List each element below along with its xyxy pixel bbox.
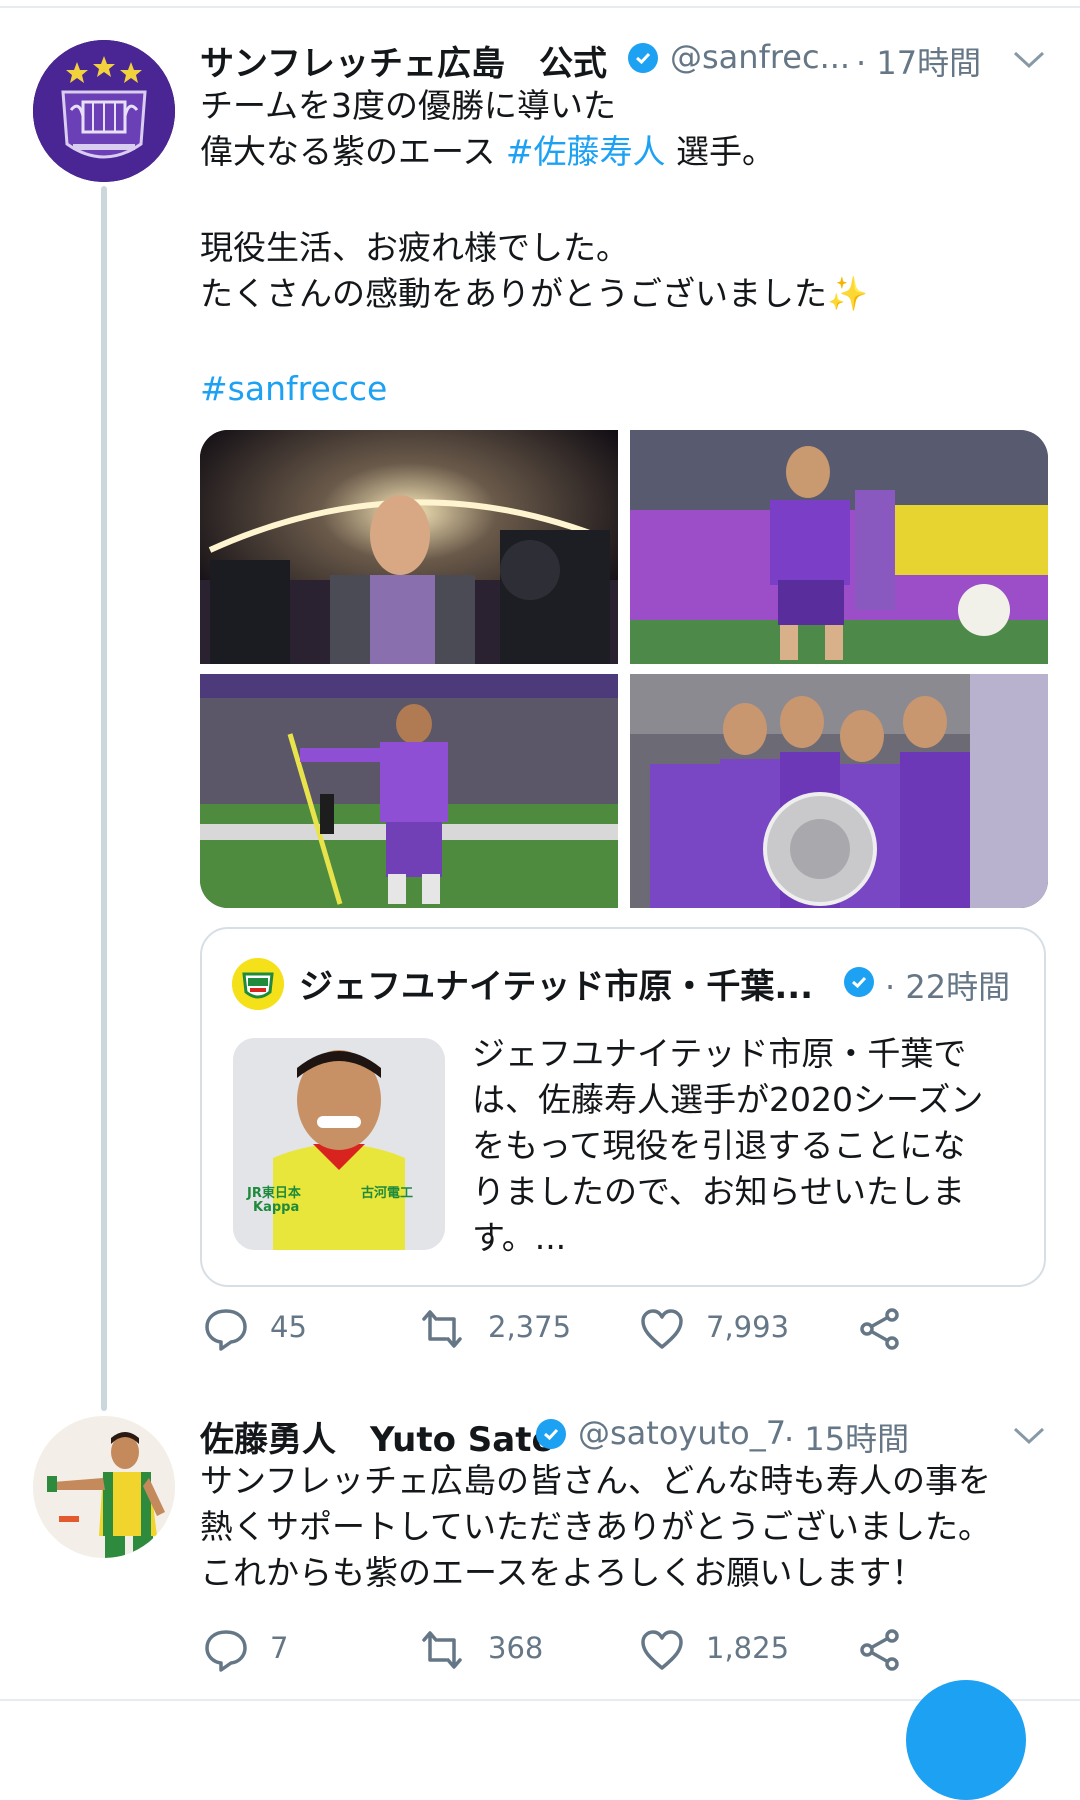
tweet-text-line: 現役生活、お疲れ様でした。 <box>200 228 629 267</box>
like-count: 7,993 <box>706 1310 790 1344</box>
retweet-count: 368 <box>488 1631 544 1665</box>
bottom-divider <box>0 1699 1080 1701</box>
reply-button[interactable]: 45 <box>204 1304 334 1354</box>
tweet-sanfrecce[interactable]: サンフレッチェ広島 公式 @sanfrec... · 17時間 チームを3度の優… <box>0 10 1080 1395</box>
reply-count: 45 <box>270 1310 307 1344</box>
tweet-text-line: 偉大なる紫のエース #佐藤寿人 選手。 <box>200 129 775 175</box>
quoted-tweet-photo[interactable]: JR東日本 Kappa 古河電工 <box>233 1038 445 1250</box>
shirt-sponsor-text: JR東日本 <box>247 1186 301 1201</box>
sanfrecce-avatar[interactable] <box>33 40 175 182</box>
tweet-photo-1[interactable] <box>200 430 618 664</box>
tweet-text-line: チームを3度の優勝に導いた <box>200 86 617 125</box>
heart-icon <box>641 1309 683 1349</box>
like-count: 1,825 <box>706 1631 790 1665</box>
quoted-tweet[interactable]: ジェフユナイテッド市原・千葉... · 22時間 JR東日本 Kappa 古河電… <box>200 927 1046 1287</box>
sanfrecce-emblem-icon <box>33 40 175 182</box>
quoted-text-line: をもって現役を引退することにな <box>472 1126 966 1165</box>
reply-button[interactable]: 7 <box>204 1625 334 1675</box>
chevron-down-icon[interactable] <box>1012 50 1046 70</box>
display-name[interactable]: サンフレッチェ広島 公式 <box>200 36 607 85</box>
quoted-text-line: す。... <box>472 1218 567 1257</box>
quoted-tweet-time[interactable]: · 22時間 <box>885 962 1010 1008</box>
verified-badge-icon <box>628 43 658 73</box>
tweet-time[interactable]: · 17時間 <box>856 38 981 84</box>
photo-grid <box>200 430 1048 908</box>
compose-tweet-button[interactable] <box>906 1680 1026 1800</box>
display-name[interactable]: 佐藤勇人 Yuto Sato <box>200 1412 555 1461</box>
tweet-yuto-sato[interactable]: 佐藤勇人 Yuto Sato @satoyuto_7 · 15時間 サンフレッチ… <box>0 1395 1080 1709</box>
user-handle[interactable]: @satoyuto_7 <box>578 1414 786 1452</box>
chevron-down-icon[interactable] <box>1012 1426 1046 1446</box>
tweet-photo-2[interactable] <box>630 430 1048 664</box>
like-button[interactable]: 1,825 <box>640 1625 810 1675</box>
player-illustration-icon <box>33 1416 175 1558</box>
share-icon[interactable] <box>858 1307 902 1351</box>
tweet-time[interactable]: · 15時間 <box>784 1414 909 1460</box>
like-button[interactable]: 7,993 <box>640 1304 810 1354</box>
reply-count: 7 <box>270 1631 289 1665</box>
retweet-icon <box>422 1631 462 1669</box>
quoted-text-line: は、佐藤寿人選手が2020シーズン <box>472 1080 984 1119</box>
retweet-button[interactable]: 368 <box>420 1625 590 1675</box>
hashtag-link[interactable]: #sanfrecce <box>200 366 387 412</box>
user-handle[interactable]: @sanfrec... <box>670 38 850 76</box>
heart-icon <box>641 1630 683 1670</box>
tweet-text-line: サンフレッチェ広島の皆さん、どんな時も寿人の事を <box>200 1461 992 1500</box>
retweet-icon <box>422 1310 462 1348</box>
jef-avatar[interactable] <box>232 958 284 1010</box>
jef-emblem-icon <box>232 958 284 1010</box>
text-segment: 選手。 <box>665 132 775 171</box>
text-segment: 偉大なる紫のエース <box>200 132 506 171</box>
yuto-sato-avatar[interactable] <box>33 1416 175 1558</box>
reply-icon <box>205 1309 247 1351</box>
hashtag-link[interactable]: #佐藤寿人 <box>506 132 666 171</box>
verified-badge-icon <box>844 967 874 997</box>
tweet-text-line: 熱くサポートしていただきありがとうございました。 <box>200 1507 992 1546</box>
quoted-display-name[interactable]: ジェフユナイテッド市原・千葉... <box>299 959 813 1008</box>
quoted-text-line: ジェフユナイテッド市原・千葉で <box>472 1034 967 1073</box>
top-divider <box>0 6 1080 8</box>
shirt-sponsor-text: Kappa <box>253 1200 300 1215</box>
reply-icon <box>205 1630 247 1672</box>
shirt-sponsor-text: 古河電工 <box>361 1186 414 1201</box>
thread-connector-line <box>101 186 107 1411</box>
retweet-button[interactable]: 2,375 <box>420 1304 590 1354</box>
share-icon[interactable] <box>858 1628 902 1672</box>
quoted-text-line: りましたので、お知らせいたしま <box>472 1172 966 1211</box>
retweet-count: 2,375 <box>488 1310 572 1344</box>
tweet-photo-3[interactable] <box>200 674 618 908</box>
tweet-text-line: これからも紫のエースをよろしくお願いします！ <box>200 1553 925 1592</box>
tweet-photo-4[interactable] <box>630 674 1048 908</box>
tweet-text-line: たくさんの感動をありがとうございました✨ <box>200 274 869 313</box>
verified-badge-icon <box>536 1419 566 1449</box>
